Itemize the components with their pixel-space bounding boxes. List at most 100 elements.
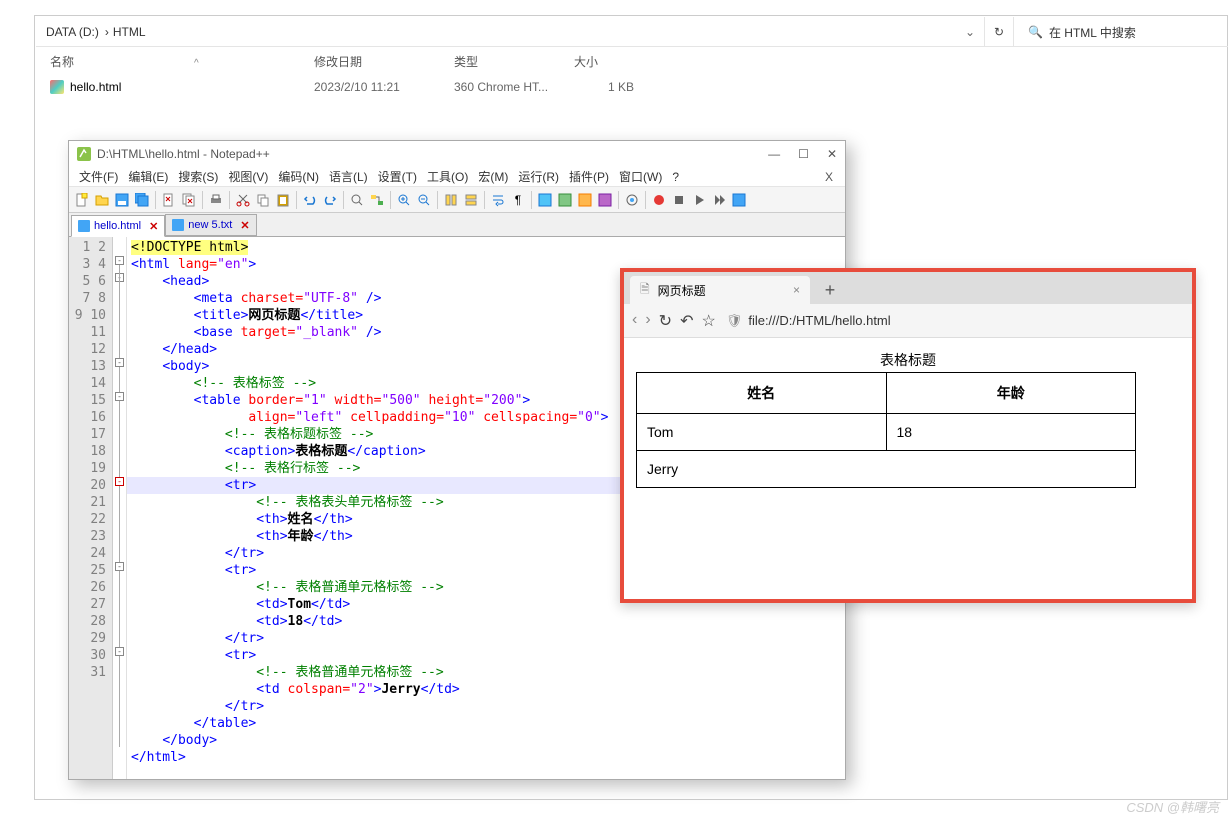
menu-encoding[interactable]: 编码(N) bbox=[274, 167, 323, 186]
show-chars-icon[interactable]: ¶ bbox=[509, 191, 527, 209]
tab-close-icon[interactable]: ✕ bbox=[149, 220, 158, 233]
sync-h-icon[interactable] bbox=[462, 191, 480, 209]
cut-icon[interactable] bbox=[234, 191, 252, 209]
menu-search[interactable]: 搜索(S) bbox=[174, 167, 222, 186]
play-icon[interactable] bbox=[690, 191, 708, 209]
column-headers[interactable]: 名称^ 修改日期 类型 大小 bbox=[36, 47, 1228, 75]
zoom-out-icon[interactable] bbox=[415, 191, 433, 209]
menu-settings[interactable]: 设置(T) bbox=[374, 167, 421, 186]
breadcrumb-part[interactable]: DATA (D:) bbox=[46, 25, 99, 39]
maximize-button[interactable]: ☐ bbox=[798, 147, 809, 161]
menu-run[interactable]: 运行(R) bbox=[514, 167, 563, 186]
file-row[interactable]: hello.html 2023/2/10 11:21 360 Chrome HT… bbox=[36, 75, 1228, 99]
shield-icon: 🛡 bbox=[726, 313, 743, 329]
forward-button[interactable]: › bbox=[645, 311, 650, 331]
menu-language[interactable]: 语言(L) bbox=[325, 167, 372, 186]
fold-toggle[interactable]: - bbox=[115, 647, 124, 656]
refresh-button[interactable]: ↻ bbox=[984, 17, 1014, 47]
rendered-table: 姓名 年龄 Tom 18 Jerry bbox=[636, 372, 1136, 488]
undo-icon[interactable] bbox=[301, 191, 319, 209]
fold-toggle[interactable]: - bbox=[115, 358, 124, 367]
window-title: D:\HTML\hello.html - Notepad++ bbox=[97, 147, 270, 161]
new-file-icon[interactable] bbox=[73, 191, 91, 209]
fold-toggle[interactable]: - bbox=[115, 477, 124, 486]
table-caption: 表格标题 bbox=[636, 350, 1180, 370]
save-state-icon bbox=[172, 219, 184, 231]
file-explorer: DATA (D:) › HTML ⌄ ↻ 🔍 在 HTML 中搜索 名称^ 修改… bbox=[36, 17, 1228, 137]
fold-toggle[interactable]: - bbox=[115, 392, 124, 401]
monitor-icon[interactable] bbox=[623, 191, 641, 209]
table-row: Tom 18 bbox=[637, 414, 1136, 451]
document-tabs: hello.html ✕ new 5.txt ✕ bbox=[69, 213, 845, 237]
address-bar[interactable]: 🛡 file:///D:/HTML/hello.html bbox=[726, 313, 1184, 329]
sort-indicator: ^ bbox=[194, 58, 199, 69]
redo-icon[interactable] bbox=[321, 191, 339, 209]
doc-map-icon[interactable] bbox=[576, 191, 594, 209]
menu-tools[interactable]: 工具(O) bbox=[423, 167, 472, 186]
wrap-icon[interactable] bbox=[489, 191, 507, 209]
tab-close-icon[interactable]: × bbox=[793, 283, 800, 297]
menu-plugins[interactable]: 插件(P) bbox=[565, 167, 613, 186]
close-button[interactable]: ✕ bbox=[827, 147, 837, 161]
tab-new-5-txt[interactable]: new 5.txt ✕ bbox=[165, 214, 256, 236]
minimize-button[interactable]: — bbox=[768, 147, 780, 161]
play-multi-icon[interactable] bbox=[710, 191, 728, 209]
chevron-right-icon: › bbox=[105, 25, 109, 39]
browser-viewport[interactable]: 表格标题 姓名 年龄 Tom 18 Jerry bbox=[624, 338, 1192, 599]
replace-icon[interactable] bbox=[368, 191, 386, 209]
menu-macro[interactable]: 宏(M) bbox=[474, 167, 512, 186]
toolbar: ¶ bbox=[69, 187, 845, 213]
menu-window[interactable]: 窗口(W) bbox=[615, 167, 666, 186]
indent-guide-icon[interactable] bbox=[536, 191, 554, 209]
line-gutter: 1 2 3 4 5 6 7 8 9 10 11 12 13 14 15 16 1… bbox=[69, 237, 113, 779]
save-macro-icon[interactable] bbox=[730, 191, 748, 209]
watermark: CSDN @韩曙亮 bbox=[1126, 797, 1219, 816]
menubar: 文件(F) 编辑(E) 搜索(S) 视图(V) 编码(N) 语言(L) 设置(T… bbox=[69, 167, 845, 187]
browser-tab[interactable]: 🗎 网页标题 × bbox=[630, 276, 810, 304]
menu-view[interactable]: 视图(V) bbox=[224, 167, 272, 186]
tab-close-x[interactable]: X bbox=[821, 169, 837, 185]
fold-toggle[interactable]: - bbox=[115, 562, 124, 571]
close-all-icon[interactable] bbox=[180, 191, 198, 209]
menu-help[interactable]: ? bbox=[668, 169, 683, 185]
browser-tabstrip: 🗎 网页标题 × + bbox=[624, 272, 1192, 304]
window-titlebar[interactable]: D:\HTML\hello.html - Notepad++ — ☐ ✕ bbox=[69, 141, 845, 167]
table-row: Jerry bbox=[637, 451, 1136, 488]
lang-icon[interactable] bbox=[556, 191, 574, 209]
copy-icon[interactable] bbox=[254, 191, 272, 209]
menu-file[interactable]: 文件(F) bbox=[75, 167, 122, 186]
page-icon: 🗎 bbox=[640, 280, 650, 301]
breadcrumb[interactable]: DATA (D:) › HTML ⌄ ↻ 🔍 在 HTML 中搜索 bbox=[36, 17, 1228, 47]
print-icon[interactable] bbox=[207, 191, 225, 209]
html-file-icon bbox=[50, 80, 64, 94]
record-icon[interactable] bbox=[650, 191, 668, 209]
favorite-button[interactable]: ☆ bbox=[701, 311, 715, 331]
tab-close-icon[interactable]: ✕ bbox=[240, 219, 249, 232]
sync-v-icon[interactable] bbox=[442, 191, 460, 209]
back-button[interactable]: ‹ bbox=[632, 311, 637, 331]
paste-icon[interactable] bbox=[274, 191, 292, 209]
fold-gutter[interactable]: - - - - - - - bbox=[113, 237, 127, 779]
undo-nav-button[interactable]: ↶ bbox=[680, 311, 693, 331]
save-all-icon[interactable] bbox=[133, 191, 151, 209]
menu-edit[interactable]: 编辑(E) bbox=[124, 167, 172, 186]
stop-icon[interactable] bbox=[670, 191, 688, 209]
breadcrumb-part[interactable]: HTML bbox=[113, 25, 146, 39]
app-icon bbox=[77, 147, 91, 161]
tab-hello-html[interactable]: hello.html ✕ bbox=[71, 215, 165, 237]
new-tab-button[interactable]: + bbox=[816, 276, 844, 304]
dropdown-icon[interactable]: ⌄ bbox=[962, 17, 978, 47]
browser-toolbar: ‹ › ↻ ↶ ☆ 🛡 file:///D:/HTML/hello.html bbox=[624, 304, 1192, 338]
reload-button[interactable]: ↻ bbox=[659, 311, 672, 331]
search-icon: 🔍 bbox=[1028, 25, 1043, 39]
open-file-icon[interactable] bbox=[93, 191, 111, 209]
doc-list-icon[interactable] bbox=[596, 191, 614, 209]
search-field[interactable]: 🔍 在 HTML 中搜索 bbox=[1020, 17, 1220, 47]
browser-window: 🗎 网页标题 × + ‹ › ↻ ↶ ☆ 🛡 file:///D:/HTML/h… bbox=[620, 268, 1196, 603]
save-icon[interactable] bbox=[113, 191, 131, 209]
zoom-in-icon[interactable] bbox=[395, 191, 413, 209]
close-file-icon[interactable] bbox=[160, 191, 178, 209]
find-icon[interactable] bbox=[348, 191, 366, 209]
table-header-row: 姓名 年龄 bbox=[637, 373, 1136, 414]
fold-toggle[interactable]: - bbox=[115, 256, 124, 265]
